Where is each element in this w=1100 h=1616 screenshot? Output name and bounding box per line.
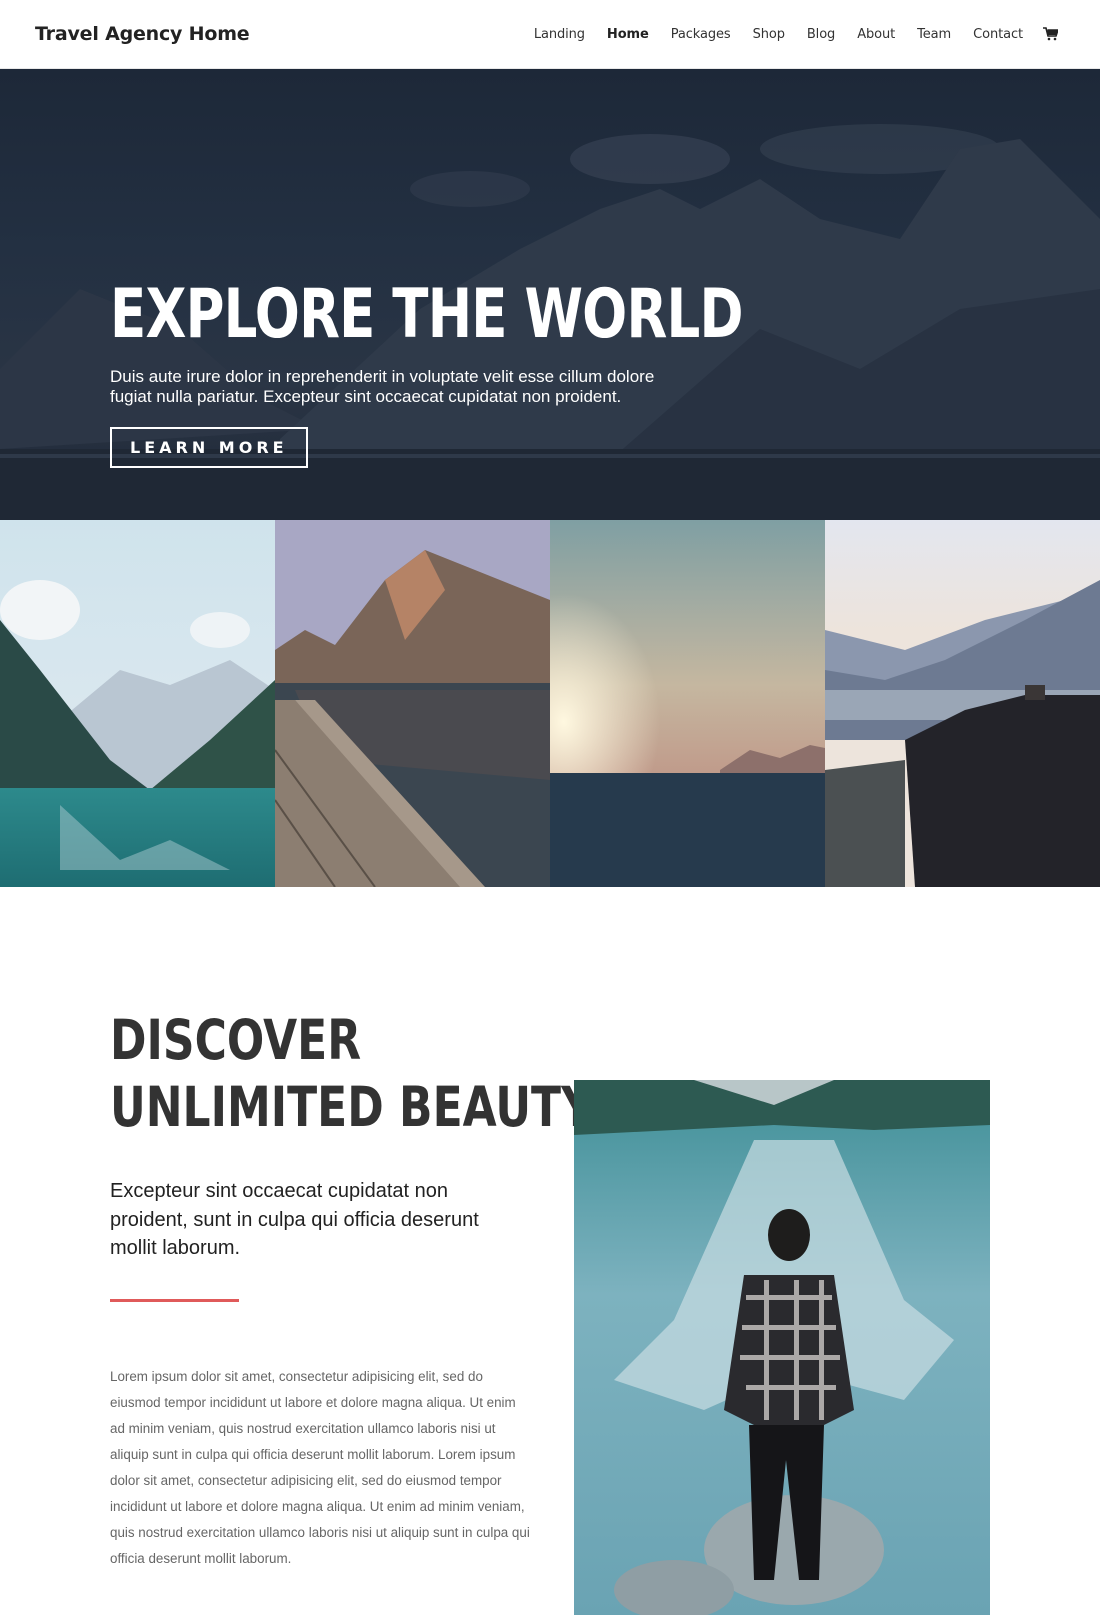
man-at-lake-photo xyxy=(574,1080,990,1615)
sunset-sea-photo[interactable] xyxy=(550,520,825,887)
lake-valley-photo[interactable] xyxy=(0,520,275,887)
shopping-cart-icon[interactable] xyxy=(1043,27,1058,41)
mountain-dock-photo[interactable] xyxy=(275,520,550,887)
discover-lead: Excepteur sint occaecat cupidatat non pr… xyxy=(110,1180,479,1259)
nav-contact[interactable]: Contact xyxy=(973,27,1023,42)
discover-title-line2: UNLIMITED BEAUTY xyxy=(110,1075,593,1139)
hero-subtitle-line2: fugiat nulla pariatur. Excepteur sint oc… xyxy=(110,387,622,406)
discover-text: DISCOVER UNLIMITED BEAUTY Excepteur sint… xyxy=(110,1007,593,1572)
site-logo[interactable]: Travel Agency Home xyxy=(35,23,250,45)
nav-packages[interactable]: Packages xyxy=(671,27,731,42)
nav-home[interactable]: Home xyxy=(607,27,649,42)
discover-title-line1: DISCOVER xyxy=(110,1008,362,1072)
nav-about[interactable]: About xyxy=(857,27,895,42)
main-nav: Landing Home Packages Shop Blog About Te… xyxy=(512,27,1058,42)
accent-divider xyxy=(110,1298,239,1302)
photo-gallery xyxy=(0,520,1100,887)
hero-section: EXPLORE THE WORLD Duis aute irure dolor … xyxy=(0,69,1100,520)
hero-subtitle: Duis aute irure dolor in reprehenderit i… xyxy=(110,367,690,407)
hero-title: EXPLORE THE WORLD xyxy=(110,275,744,354)
nav-shop[interactable]: Shop xyxy=(753,27,785,42)
river-gorge-photo[interactable] xyxy=(825,520,1100,887)
learn-more-button[interactable]: LEARN MORE xyxy=(110,427,308,468)
discover-body: Lorem ipsum dolor sit amet, consectetur … xyxy=(110,1368,530,1566)
nav-landing[interactable]: Landing xyxy=(534,27,585,42)
discover-title: DISCOVER UNLIMITED BEAUTY xyxy=(110,1007,593,1141)
hero-subtitle-line1: Duis aute irure dolor in reprehenderit i… xyxy=(110,367,655,386)
hero-content: EXPLORE THE WORLD Duis aute irure dolor … xyxy=(110,281,921,468)
site-header: Travel Agency Home Landing Home Packages… xyxy=(0,0,1100,69)
nav-blog[interactable]: Blog xyxy=(807,27,835,42)
discover-section: DISCOVER UNLIMITED BEAUTY Excepteur sint… xyxy=(0,887,1100,1616)
nav-team[interactable]: Team xyxy=(917,27,951,42)
